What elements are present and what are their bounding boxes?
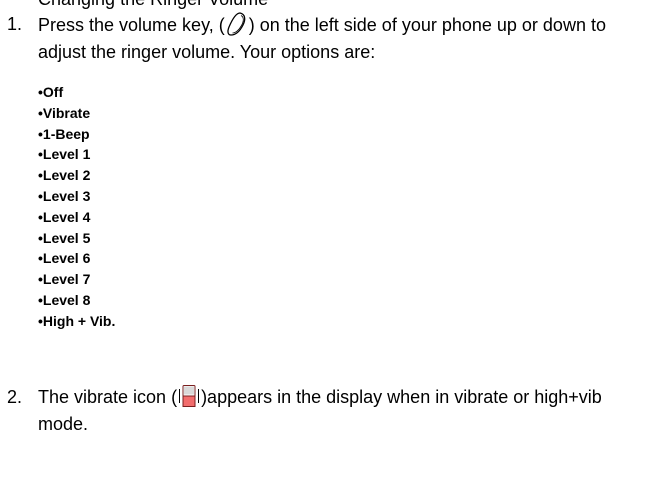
- step-text: The vibrate icon ( )appears in the displ…: [38, 384, 653, 438]
- step-text-before: Press the volume key, (: [38, 15, 225, 35]
- option-item: •Level 3: [38, 187, 91, 204]
- option-item: •Vibrate: [38, 104, 91, 121]
- step-text-before: The vibrate icon (: [38, 387, 178, 407]
- option-item: •Level 1: [38, 146, 91, 163]
- ringer-options-list: •Off •Vibrate •1-Beep •Level 1 •Level 2 …: [38, 82, 115, 332]
- option-item: •Level 7: [38, 271, 91, 288]
- option-item: •Level 8: [38, 291, 91, 308]
- option-item: •Off: [38, 84, 64, 100]
- step-number: 1.: [7, 14, 23, 34]
- step-text: Press the volume key, ( ) on the left si…: [38, 11, 653, 66]
- vibrate-icon: [178, 384, 200, 408]
- option-item: •Level 2: [38, 167, 91, 184]
- option-item: •High + Vib.: [38, 312, 116, 329]
- option-item: •Level 6: [38, 250, 91, 267]
- step-number: 2.: [7, 387, 23, 407]
- option-item: •1-Beep: [38, 125, 90, 142]
- option-item: •Level 4: [38, 208, 91, 225]
- volume-key-icon: [226, 11, 248, 37]
- clipped-heading: Changing the Ringer Volume: [38, 0, 268, 10]
- option-item: •Level 5: [38, 229, 91, 246]
